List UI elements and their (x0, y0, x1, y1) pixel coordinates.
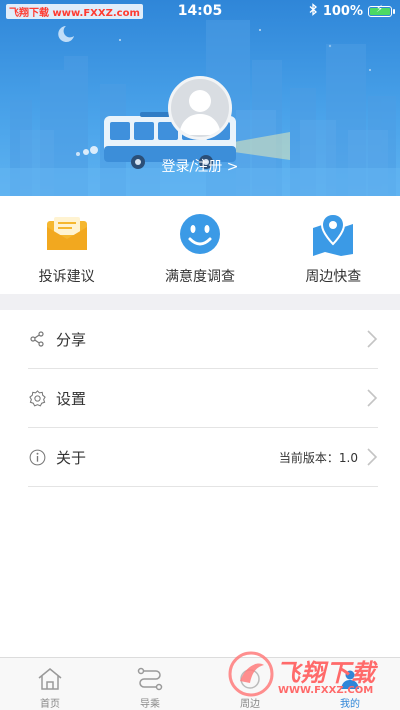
menu-item-label: 设置 (56, 389, 87, 408)
route-icon (136, 665, 164, 692)
status-bar: 飞翔下载 www.FXXZ.com 14:05 100% ⚡ (0, 0, 400, 22)
share-icon (28, 330, 46, 348)
menu-item-label: 关于 (56, 448, 87, 467)
menu-item-share[interactable]: 分享 (28, 310, 378, 369)
bluetooth-icon (309, 3, 318, 19)
tab-home[interactable]: 首页 (0, 658, 100, 710)
mail-icon (45, 212, 89, 256)
quick-action-label: 投诉建议 (38, 269, 95, 285)
map-pin-icon (311, 212, 355, 256)
tab-label: 我的 (340, 699, 360, 710)
quick-action-complaint[interactable]: 投诉建议 (0, 196, 133, 294)
avatar[interactable] (168, 76, 232, 140)
info-icon (28, 448, 46, 466)
tab-nearby[interactable]: 周边 (200, 658, 300, 710)
menu-item-about[interactable]: 关于 当前版本：1.0 (28, 428, 378, 487)
chevron-right-icon (367, 389, 378, 407)
gear-icon (28, 389, 46, 407)
quick-action-label: 满意度调查 (164, 269, 235, 285)
tab-label: 周边 (240, 699, 260, 710)
tab-guide[interactable]: 导乘 (100, 658, 200, 710)
tab-label: 首页 (40, 699, 60, 710)
battery-icon: ⚡ (368, 3, 395, 17)
bottom-tab-bar: 首页 导乘 周边 我的 (0, 657, 400, 710)
default-user-icon (179, 90, 221, 135)
smiley-icon (178, 212, 222, 256)
home-icon (36, 665, 64, 692)
app-version: 当前版本：1.0 (278, 450, 358, 465)
charging-bolt-icon: ⚡ (376, 3, 384, 15)
menu-item-settings[interactable]: 设置 (28, 369, 378, 428)
chevron-right-icon (367, 448, 378, 466)
quick-action-survey[interactable]: 满意度调查 (133, 196, 266, 294)
section-divider (0, 294, 400, 310)
menu-item-label: 分享 (56, 330, 87, 349)
tab-mine[interactable]: 我的 (300, 658, 400, 710)
nearby-icon (236, 665, 264, 692)
profile-icon (336, 665, 364, 692)
chevron-right-icon (367, 330, 378, 348)
settings-menu: 分享 设置 关于 当前版本：1.0 (0, 310, 400, 487)
status-right: 100% ⚡ (309, 3, 395, 19)
battery-percent: 100% (322, 3, 363, 19)
quick-action-nearby[interactable]: 周边快查 (267, 196, 400, 294)
quick-actions: 投诉建议 满意度调查 周边快查 (0, 196, 400, 294)
quick-action-label: 周边快查 (305, 269, 362, 285)
tab-label: 导乘 (140, 699, 160, 710)
login-register-link[interactable]: 登录/注册 > (0, 156, 400, 176)
profile-header: 飞翔下载 www.FXXZ.com 14:05 100% ⚡ 登录/注册 > (0, 0, 400, 196)
